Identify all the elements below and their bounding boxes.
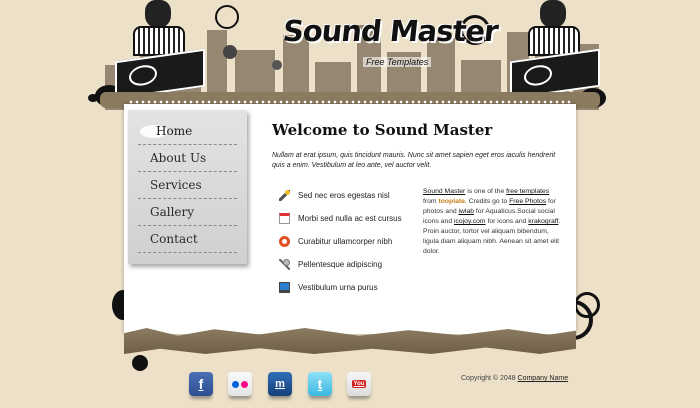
flickr-icon[interactable] <box>228 372 252 396</box>
nav-item-label: Gallery <box>150 205 195 219</box>
ring-decoration-2 <box>574 292 600 318</box>
list-item: Vestibulum urna purus <box>279 276 419 299</box>
stitched-edge <box>128 100 572 104</box>
site-logo[interactable]: Sound Master <box>281 14 499 48</box>
text-fragment: . Credits go to <box>464 198 510 205</box>
nav-item-label: About Us <box>150 151 207 165</box>
credits-paragraph: Sound Master is one of the free template… <box>423 187 563 257</box>
site-link[interactable]: Sound Master <box>423 188 465 195</box>
feature-label: Curabitur ullamcorper nibh <box>298 237 393 246</box>
site-tagline: Free Templates <box>363 57 432 67</box>
free-photos-link[interactable]: Free Photos <box>509 198 546 205</box>
feature-label: Pellentesque adipiscing <box>298 260 383 269</box>
nav-item-services[interactable]: Services <box>138 172 237 199</box>
icojoy-link[interactable]: icojoy.com <box>454 218 486 225</box>
lifebuoy-icon <box>279 236 290 247</box>
feature-list: Sed nec eros egestas nisl Morbi sed null… <box>279 184 419 299</box>
monitor-icon <box>279 282 290 293</box>
nav-item-label: Contact <box>150 232 198 246</box>
myspace-glyph: m <box>275 378 285 390</box>
nav-item-home[interactable]: Home <box>138 118 237 145</box>
copyright-text: Copyright © 2048 <box>461 375 518 382</box>
feature-label: Vestibulum urna purus <box>298 283 378 292</box>
krakograff-link[interactable]: krakograff <box>528 218 558 225</box>
facebook-icon[interactable]: f <box>189 372 213 396</box>
magic-wand-icon <box>279 190 290 201</box>
feature-label: Sed nec eros egestas nisl <box>298 191 390 200</box>
tooplate-brand: tooplate <box>438 198 465 205</box>
list-item: Pellentesque adipiscing <box>279 253 419 276</box>
ink-splatter-bottom-left <box>132 355 148 371</box>
copyright: Copyright © 2048 Company Name <box>461 375 568 382</box>
dj-right-illustration <box>510 0 600 100</box>
dj-left-illustration <box>115 0 205 100</box>
nav-item-gallery[interactable]: Gallery <box>138 199 237 226</box>
main-navigation: Home About Us Services Gallery Contact <box>128 110 247 264</box>
text-fragment: is one of the <box>465 188 507 195</box>
list-item: Morbi sed nulla ac est cursus <box>279 207 419 230</box>
free-templates-link[interactable]: free templates <box>506 188 549 195</box>
intro-paragraph: Nullam at erat ipsum, quis tincidunt mau… <box>272 152 556 169</box>
twitter-glyph: t <box>317 376 323 392</box>
feature-label: Morbi sed nulla ac est cursus <box>298 214 402 223</box>
youtube-glyph: You <box>351 380 367 388</box>
iwlab-link[interactable]: iwlab <box>459 208 475 215</box>
nav-item-contact[interactable]: Contact <box>138 226 237 253</box>
text-fragment: from <box>423 198 439 205</box>
nav-item-label: Services <box>150 178 202 192</box>
calendar-icon <box>279 213 290 224</box>
list-item: Sed nec eros egestas nisl <box>279 184 419 207</box>
twitter-icon[interactable]: t <box>308 372 332 396</box>
nav-item-about-us[interactable]: About Us <box>138 145 237 172</box>
youtube-icon[interactable]: You <box>347 372 371 396</box>
company-link[interactable]: Company Name <box>518 375 569 382</box>
facebook-glyph: f <box>198 376 204 392</box>
microphone-icon <box>279 259 290 270</box>
list-item: Curabitur ullamcorper nibh <box>279 230 419 253</box>
page-title: Welcome to Sound Master <box>272 121 493 139</box>
myspace-icon[interactable]: m <box>268 372 292 396</box>
text-fragment: for icons and <box>485 218 529 225</box>
nav-item-label: Home <box>156 124 193 138</box>
